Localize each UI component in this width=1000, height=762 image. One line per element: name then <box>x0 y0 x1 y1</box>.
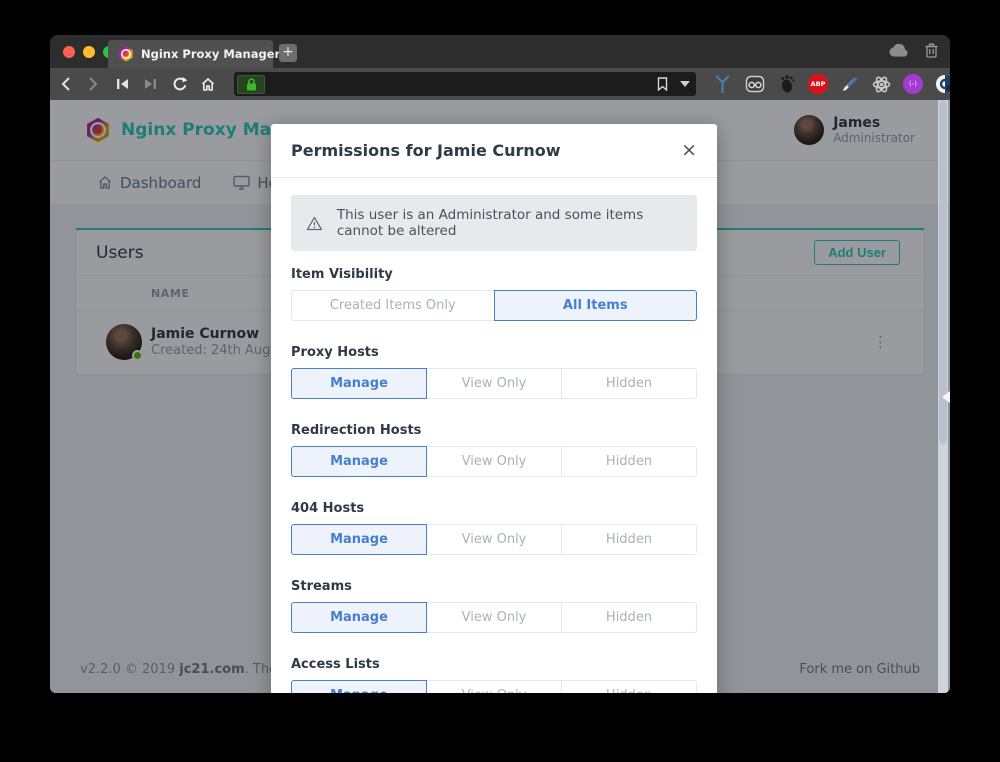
option-all-items[interactable]: All Items <box>494 290 698 321</box>
tab-title: Nginx Proxy Manager <box>141 47 280 61</box>
page-viewport: Nginx Proxy Manager James Administrator … <box>50 100 950 693</box>
minimize-window-button[interactable] <box>83 46 95 58</box>
proxy-hosts-button-group: Manage View Only Hidden <box>291 368 697 399</box>
label-404-hosts: 404 Hosts <box>291 501 697 516</box>
404-hosts-button-group: Manage View Only Hidden <box>291 524 697 555</box>
streams-view-only[interactable]: View Only <box>426 602 562 633</box>
proxy-hosts-manage[interactable]: Manage <box>291 368 427 399</box>
favicon-nginx-proxy-manager <box>118 46 134 62</box>
404-hosts-manage[interactable]: Manage <box>291 524 427 555</box>
visibility-button-group: Created Items Only All Items <box>291 290 697 321</box>
forward-button[interactable] <box>88 76 110 92</box>
404-hosts-view-only[interactable]: View Only <box>426 524 562 555</box>
access-lists-hidden[interactable]: Hidden <box>561 680 697 693</box>
label-item-visibility: Item Visibility <box>291 267 697 282</box>
close-window-button[interactable] <box>63 46 75 58</box>
label-streams: Streams <box>291 579 697 594</box>
warning-triangle-icon <box>306 214 323 233</box>
trash-icon[interactable] <box>925 43 938 58</box>
alert-text: This user is an Administrator and some i… <box>337 207 682 239</box>
ssl-lock-icon[interactable] <box>237 75 265 94</box>
label-access-lists: Access Lists <box>291 657 697 672</box>
gnome-foot-extension-icon[interactable] <box>776 74 797 95</box>
purple-extension-icon[interactable]: (-) <box>903 74 923 94</box>
admin-warning-alert: This user is an Administrator and some i… <box>291 195 697 251</box>
home-button[interactable] <box>200 77 222 92</box>
fork-extension-icon[interactable] <box>712 74 733 95</box>
robot-cookie-extension-icon[interactable] <box>744 74 765 95</box>
proxy-hosts-hidden[interactable]: Hidden <box>561 368 697 399</box>
privacy-extension-icon[interactable] <box>934 74 950 95</box>
pen-extension-icon[interactable] <box>839 74 860 95</box>
modal-close-icon[interactable]: × <box>681 141 697 160</box>
option-created-items-only[interactable]: Created Items Only <box>291 290 495 321</box>
404-hosts-hidden[interactable]: Hidden <box>561 524 697 555</box>
redirection-hosts-view-only[interactable]: View Only <box>426 446 562 477</box>
edge-arrow-marker <box>942 391 950 403</box>
access-lists-view-only[interactable]: View Only <box>426 680 562 693</box>
browser-tab[interactable]: Nginx Proxy Manager <box>108 40 273 68</box>
back-button[interactable] <box>60 76 82 92</box>
adblock-plus-extension-icon[interactable]: ABP <box>808 74 828 94</box>
streams-manage[interactable]: Manage <box>291 602 427 633</box>
browser-toolbar: ABP (-) <box>50 68 950 100</box>
knot-settings-extension-icon[interactable] <box>871 74 892 95</box>
address-bar[interactable] <box>234 72 696 96</box>
session-back-icon[interactable] <box>116 78 138 90</box>
streams-button-group: Manage View Only Hidden <box>291 602 697 633</box>
extension-icons: ABP (-) <box>712 74 950 95</box>
reload-button[interactable] <box>172 76 194 92</box>
session-forward-icon[interactable] <box>144 78 166 90</box>
proxy-hosts-view-only[interactable]: View Only <box>426 368 562 399</box>
label-proxy-hosts: Proxy Hosts <box>291 345 697 360</box>
access-lists-manage[interactable]: Manage <box>291 680 427 693</box>
label-redirection-hosts: Redirection Hosts <box>291 423 697 438</box>
bookmark-dropdown-caret-icon[interactable] <box>680 81 690 87</box>
browser-window: Nginx Proxy Manager + <box>50 35 950 693</box>
redirection-hosts-button-group: Manage View Only Hidden <box>291 446 697 477</box>
permissions-modal: Permissions for Jamie Curnow × This user… <box>271 124 717 693</box>
new-tab-button[interactable]: + <box>279 44 297 62</box>
bookmark-icon[interactable] <box>657 77 668 91</box>
cloud-icon[interactable] <box>889 44 909 57</box>
redirection-hosts-hidden[interactable]: Hidden <box>561 446 697 477</box>
modal-title: Permissions for Jamie Curnow <box>291 141 561 160</box>
streams-hidden[interactable]: Hidden <box>561 602 697 633</box>
browser-titlebar: Nginx Proxy Manager + <box>50 35 950 68</box>
access-lists-button-group: Manage View Only Hidden <box>291 680 697 693</box>
redirection-hosts-manage[interactable]: Manage <box>291 446 427 477</box>
